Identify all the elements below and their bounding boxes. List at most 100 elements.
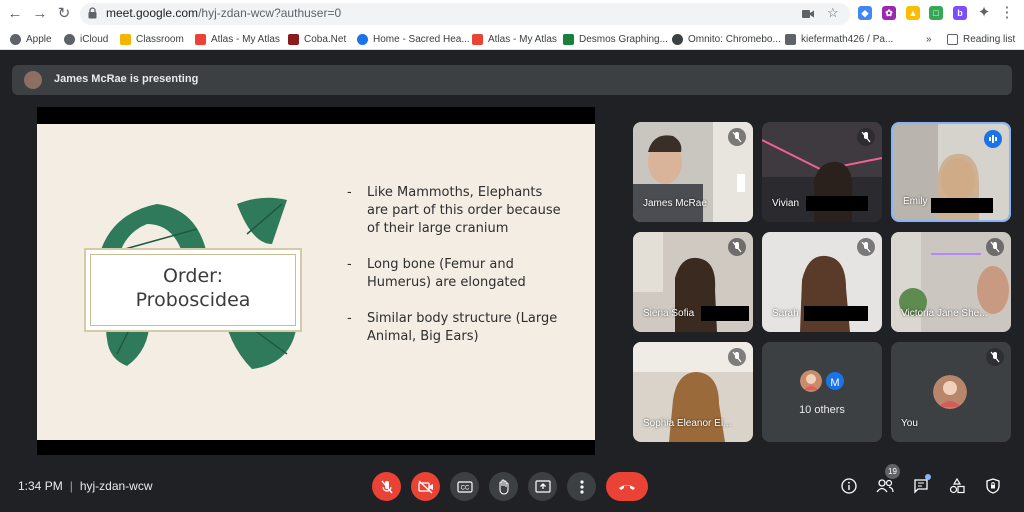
forward-icon[interactable]: →	[31, 5, 49, 23]
participant-tile[interactable]: James McRae	[633, 122, 753, 222]
slide-bullet: - Like Mammoths, Elephants are part of th…	[347, 185, 561, 236]
apple-icon	[10, 33, 21, 45]
bookmark-item[interactable]: Home - Sacred Hea...	[357, 32, 470, 46]
mic-off-icon	[986, 238, 1004, 256]
extension-diamond-icon[interactable]: ◆	[858, 6, 872, 20]
camera-toggle-button[interactable]	[411, 472, 440, 501]
redaction-bar	[701, 306, 749, 321]
mic-off-icon	[857, 128, 875, 146]
atlas-icon	[472, 33, 483, 45]
bookmark-item[interactable]: Omnito: Chromebo...	[672, 32, 781, 46]
bookmark-item[interactable]: Atlas - My Atlas	[195, 32, 280, 46]
extensions-puzzle-icon[interactable]: ✦	[975, 4, 993, 22]
svg-text:CC: CC	[460, 485, 469, 491]
bookmark-item[interactable]: Classroom	[120, 32, 184, 46]
bookmark-item[interactable]: kiefermath426 / Pa...	[785, 32, 893, 46]
participant-name: Sophia Eleanor El...	[643, 418, 732, 429]
participant-name: James McRae	[643, 198, 707, 209]
raise-hand-button[interactable]	[489, 472, 518, 501]
hang-up-icon	[619, 484, 635, 490]
chat-icon	[914, 479, 928, 494]
desmos-icon	[563, 33, 574, 45]
sacred-heart-icon	[357, 33, 368, 45]
reload-icon[interactable]: ↻	[55, 5, 73, 23]
meeting-details-button[interactable]	[838, 475, 860, 497]
bookmark-item[interactable]: Atlas - My Atlas	[472, 32, 557, 46]
coba-icon	[288, 33, 299, 45]
reading-list-button[interactable]: Reading list	[947, 32, 1015, 46]
shield-lock-icon	[986, 478, 1000, 494]
back-icon[interactable]: ←	[6, 5, 24, 23]
extension-b-icon[interactable]: b	[953, 6, 967, 20]
participant-name: You	[901, 418, 918, 429]
meeting-time: 1:34 PM	[18, 479, 63, 493]
bookmark-star-icon[interactable]: ☆	[827, 6, 839, 20]
bookmark-item[interactable]: Apple	[10, 32, 52, 46]
redaction-bar	[804, 306, 868, 321]
mic-off-icon	[986, 348, 1004, 366]
slide-bullet: - Long bone (Femur and Humerus) are elong…	[347, 257, 526, 290]
microphone-toggle-button[interactable]	[372, 472, 401, 501]
captions-button[interactable]: CC	[450, 472, 479, 501]
people-icon	[876, 479, 894, 493]
atlas-icon	[195, 33, 206, 45]
others-count: 10 others	[799, 404, 845, 416]
meeting-details: 1:34 PM | hyj-zdan-wcw	[18, 479, 153, 493]
participant-name: Sarah	[772, 308, 799, 319]
address-bar[interactable]: meet.google.com/hyj-zdan-wcw?authuser=0 …	[80, 3, 850, 25]
participant-tile-speaking[interactable]: Emily	[891, 122, 1011, 222]
activities-shapes-icon	[949, 478, 965, 494]
participant-name: Vivian	[772, 198, 800, 209]
speaking-indicator-icon	[984, 130, 1002, 148]
people-count-badge: 19	[885, 464, 900, 479]
mic-off-icon	[728, 128, 746, 146]
presenter-avatar	[24, 71, 42, 89]
info-icon	[841, 478, 857, 494]
google-drive-icon[interactable]: ▲	[906, 6, 920, 20]
participant-tile[interactable]: Sarah	[762, 232, 882, 332]
shared-screen: Order: Proboscidea - Like Mammoths, Elepha…	[37, 107, 595, 455]
menu-kebab-icon[interactable]: ⋮	[998, 4, 1016, 22]
participant-name: Siena Sofia	[643, 308, 695, 319]
bookmark-item[interactable]: Desmos Graphing...	[563, 32, 668, 46]
mic-off-icon	[857, 238, 875, 256]
participant-tile[interactable]: Sophia Eleanor El...	[633, 342, 753, 442]
participant-tile[interactable]: Siena Sofia	[633, 232, 753, 332]
bookmarks-bar: Apple iCloud Classroom Atlas - My Atlas …	[0, 28, 1024, 50]
slide-title: Order: Proboscidea	[135, 265, 251, 311]
classroom-icon	[120, 33, 131, 45]
slide-bullets: - Like Mammoths, Elephants are part of th…	[345, 184, 565, 364]
participant-tile[interactable]: Vivian	[762, 122, 882, 222]
leave-call-button[interactable]	[606, 472, 648, 501]
mic-off-icon	[728, 348, 746, 366]
present-screen-icon	[534, 479, 551, 493]
more-options-button[interactable]	[567, 472, 596, 501]
extension-green-icon[interactable]: □	[929, 6, 943, 20]
extension-purple-icon[interactable]: ✿	[882, 6, 896, 20]
participant-tile[interactable]: Victoria Jane She...	[891, 232, 1011, 332]
self-tile[interactable]: You	[891, 342, 1011, 442]
host-controls-button[interactable]	[982, 475, 1004, 497]
redaction-bar	[806, 196, 868, 211]
redaction-bar	[931, 198, 993, 213]
bookmark-item[interactable]: Coba.Net	[288, 32, 346, 46]
participant-name: Emily	[903, 196, 928, 207]
pb-icon	[785, 33, 796, 45]
omnito-icon	[672, 33, 683, 45]
activities-button[interactable]	[946, 475, 968, 497]
more-bookmarks-button[interactable]: »	[926, 32, 932, 46]
meeting-code: hyj-zdan-wcw	[79, 479, 153, 493]
present-now-button[interactable]	[528, 472, 557, 501]
slide-bullet: - Similar body structure (Large Animal, B…	[347, 311, 558, 344]
closed-captions-icon: CC	[456, 480, 473, 493]
participant-avatar	[800, 370, 822, 392]
apple-icon	[64, 33, 75, 45]
bookmark-item[interactable]: iCloud	[64, 32, 108, 46]
others-tile[interactable]: M 10 others	[762, 342, 882, 442]
url-text: meet.google.com/hyj-zdan-wcw?authuser=0	[106, 6, 342, 20]
presenting-text: James McRae is presenting	[54, 73, 199, 85]
camera-icon[interactable]	[802, 9, 814, 19]
camera-off-icon	[417, 479, 433, 494]
more-vert-icon	[579, 479, 584, 494]
mic-off-icon	[380, 480, 393, 493]
